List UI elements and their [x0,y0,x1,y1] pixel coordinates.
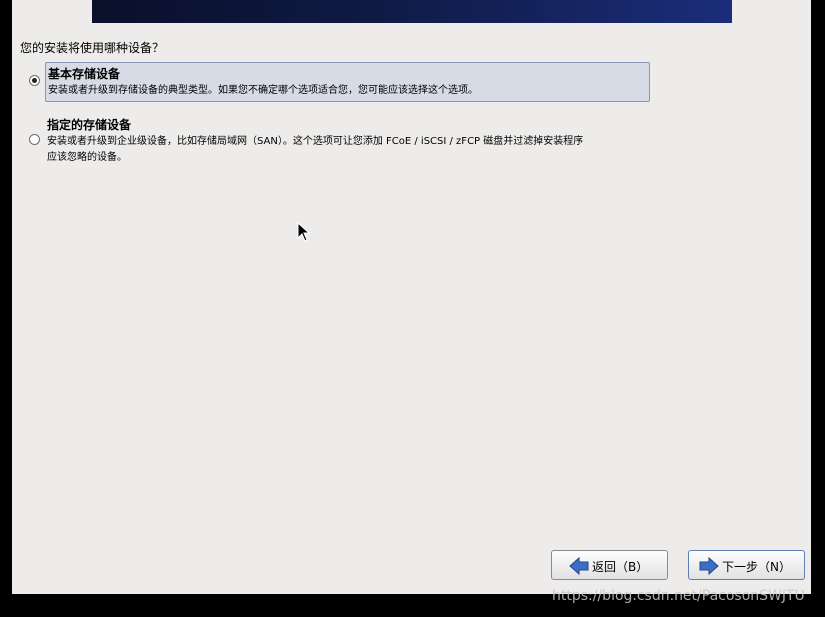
option-basic-storage[interactable]: 基本存储设备 安装或者升级到存储设备的典型类型。如果您不确定哪个选项适合您，您可… [45,62,650,102]
arrow-left-icon [569,557,589,575]
back-button[interactable]: 返回（B） [551,550,668,580]
next-button[interactable]: 下一步（N） [688,550,805,580]
installer-window: 您的安装将使用哪种设备？ 基本存储设备 安装或者升级到存储设备的典型类型。如果您… [12,0,811,594]
page-question: 您的安装将使用哪种设备？ [20,41,165,55]
next-button-label: 下一步（N） [722,560,791,574]
radio-specialized-storage[interactable] [29,134,40,145]
radio-selected-dot [32,78,37,83]
arrow-right-icon [699,557,719,575]
radio-basic-storage[interactable] [29,75,40,86]
option-basic-storage-description: 安装或者升级到存储设备的典型类型。如果您不确定哪个选项适合您，您可能应该选择这个… [48,85,478,96]
mouse-cursor-icon [297,222,311,242]
option-basic-storage-title: 基本存储设备 [48,67,121,81]
watermark-text: https://blog.csdn.net/PacosonSWJTU [552,588,805,604]
option-specialized-storage-description-2: 应该忽略的设备。 [47,152,127,163]
back-button-label: 返回（B） [592,560,649,574]
option-specialized-storage-description: 安装或者升级到企业级设备，比如存储局域网（SAN）。这个选项可让您添加 FCoE… [47,136,584,147]
option-specialized-storage-title: 指定的存储设备 [47,118,132,132]
header-banner [92,0,732,23]
